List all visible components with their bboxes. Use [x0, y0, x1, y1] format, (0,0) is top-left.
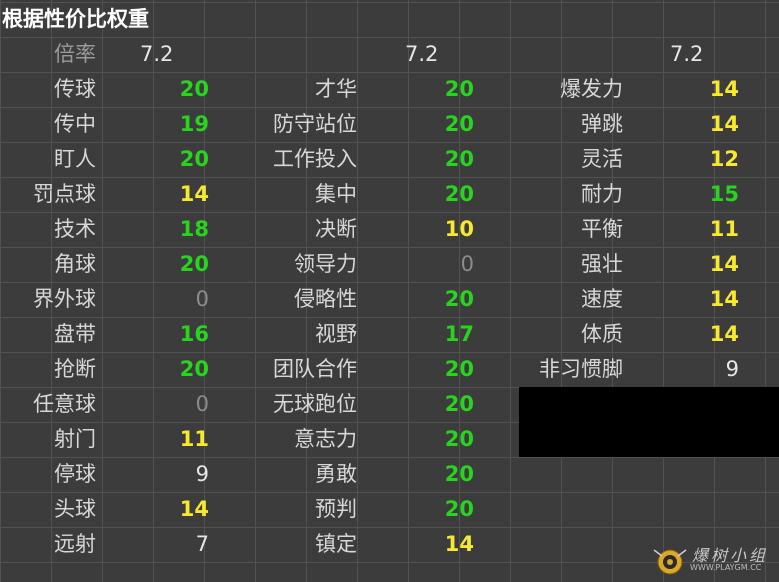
attr-value: 9 — [195, 462, 209, 486]
attr-value: 20 — [444, 427, 474, 451]
attr-value: 14 — [709, 77, 739, 101]
attr-label: 停球 — [54, 462, 96, 486]
rate-value-3: 7.2 — [670, 42, 704, 66]
attr-value: 0 — [460, 252, 474, 276]
attr-value: 20 — [444, 357, 474, 381]
attr-label: 头球 — [54, 497, 96, 521]
watermark-icon — [653, 549, 687, 575]
watermark-logo: 爆树小组 WWW.PLAYGM.CC — [650, 542, 775, 578]
attr-value: 14 — [179, 182, 209, 206]
attr-value: 16 — [179, 322, 209, 346]
attr-value: 7 — [195, 532, 209, 556]
summary-box — [519, 387, 779, 457]
attr-label: 弹跳 — [581, 112, 623, 136]
attr-label: 爆发力 — [560, 77, 623, 101]
attr-label: 领导力 — [294, 252, 357, 276]
attr-label: 任意球 — [33, 392, 96, 416]
attr-value: 20 — [444, 462, 474, 486]
attr-value: 14 — [709, 287, 739, 311]
attr-label: 团队合作 — [273, 357, 357, 381]
attr-label: 勇敢 — [315, 462, 357, 486]
rate-value-2: 7.2 — [405, 42, 439, 66]
attr-label: 集中 — [315, 182, 357, 206]
attr-value: 20 — [444, 287, 474, 311]
attr-value: 14 — [709, 112, 739, 136]
attr-label: 技术 — [54, 217, 96, 241]
attr-value: 14 — [444, 532, 474, 556]
attr-value: 15 — [709, 182, 739, 206]
attr-label: 视野 — [315, 322, 357, 346]
rate-label: 倍率 — [54, 42, 96, 66]
attr-label: 罚点球 — [33, 182, 96, 206]
attr-label: 角球 — [54, 252, 96, 276]
attr-value: 0 — [195, 392, 209, 416]
sheet-title: 根据性价比权重 — [2, 7, 149, 31]
attr-value: 20 — [444, 147, 474, 171]
attr-label: 耐力 — [581, 182, 623, 206]
attr-label: 盘带 — [54, 322, 96, 346]
attr-label: 侵略性 — [294, 287, 357, 311]
attr-label: 决断 — [315, 217, 357, 241]
attr-value: 20 — [179, 357, 209, 381]
attr-value: 20 — [179, 77, 209, 101]
attr-value: 19 — [179, 112, 209, 136]
attr-label: 盯人 — [54, 147, 96, 171]
attr-label: 灵活 — [581, 147, 623, 171]
attr-value: 18 — [179, 217, 209, 241]
attr-value: 20 — [444, 497, 474, 521]
attr-value: 20 — [444, 77, 474, 101]
attr-label: 预判 — [315, 497, 357, 521]
attr-label: 传中 — [54, 112, 96, 136]
attr-value: 10 — [444, 217, 474, 241]
attr-value: 17 — [444, 322, 474, 346]
attr-value: 20 — [444, 112, 474, 136]
attr-value: 9 — [725, 357, 739, 381]
attr-value: 14 — [709, 252, 739, 276]
attr-label: 速度 — [581, 287, 623, 311]
attr-value: 20 — [444, 182, 474, 206]
attr-label: 非习惯脚 — [539, 357, 623, 381]
attr-label: 防守站位 — [273, 112, 357, 136]
watermark-url: WWW.PLAYGM.CC — [690, 563, 762, 572]
attr-value: 11 — [709, 217, 739, 241]
attr-label: 射门 — [54, 427, 96, 451]
attr-label: 强壮 — [581, 252, 623, 276]
rate-value-1: 7.2 — [140, 42, 174, 66]
attr-label: 无球跑位 — [273, 392, 357, 416]
attr-value: 14 — [179, 497, 209, 521]
attr-label: 抢断 — [54, 357, 96, 381]
attr-value: 11 — [179, 427, 209, 451]
attr-value: 20 — [179, 252, 209, 276]
attr-value: 14 — [709, 322, 739, 346]
attr-label: 平衡 — [581, 217, 623, 241]
attr-label: 意志力 — [294, 427, 357, 451]
attr-value: 20 — [444, 392, 474, 416]
attr-label: 传球 — [54, 77, 96, 101]
attr-value: 0 — [195, 287, 209, 311]
spreadsheet-grid — [0, 0, 779, 582]
attr-label: 才华 — [315, 77, 357, 101]
attr-label: 界外球 — [33, 287, 96, 311]
attr-label: 体质 — [581, 322, 623, 346]
attr-value: 12 — [709, 147, 739, 171]
attr-value: 20 — [179, 147, 209, 171]
attr-label: 工作投入 — [273, 147, 357, 171]
attr-label: 镇定 — [315, 532, 357, 556]
attr-label: 远射 — [54, 532, 96, 556]
